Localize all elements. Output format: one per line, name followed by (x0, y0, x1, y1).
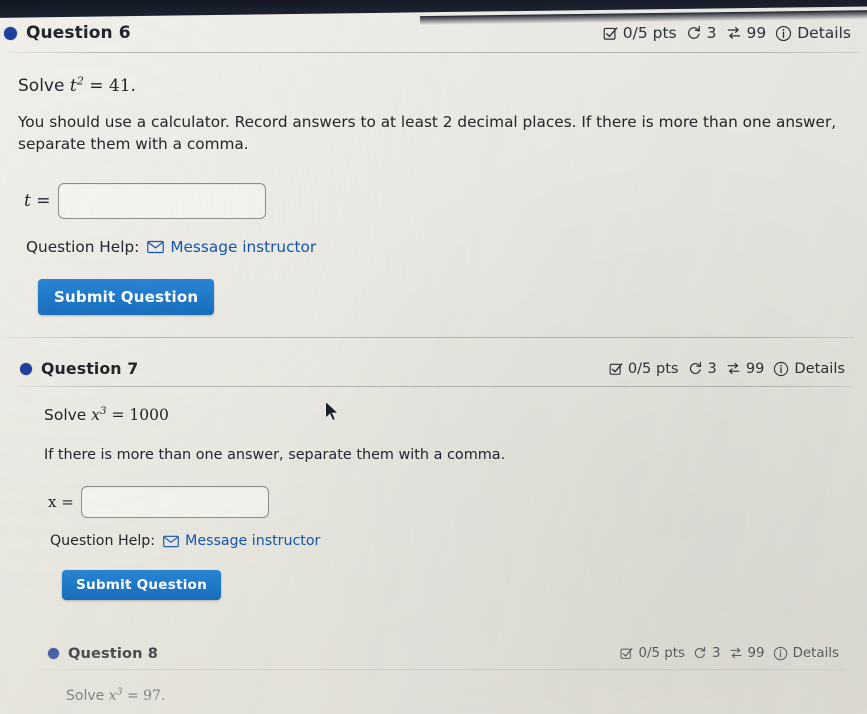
versions-group: 99 (726, 24, 767, 42)
message-instructor-link[interactable]: Message instructor (147, 238, 316, 256)
versions-group: 99 (726, 360, 765, 377)
question-8-meta: 0/5 pts 3 99 Details (620, 646, 839, 661)
details-group[interactable]: Details (773, 360, 845, 377)
question-6-meta: 0/5 pts 3 99 Details (603, 24, 851, 42)
question-status-dot (48, 647, 59, 659)
versions-group: 99 (729, 646, 765, 661)
question-6-prompt: Solve t2 = 41. (18, 74, 136, 96)
attempts-count: 3 (707, 360, 717, 377)
question-8-divider (40, 669, 846, 670)
checkbox-check-icon (603, 26, 618, 41)
question-7-answer-input[interactable] (80, 486, 269, 518)
swap-arrows-icon (726, 361, 741, 376)
prompt-expression: x3 = 97 (108, 687, 161, 704)
question-7-paragraph: If there is more than one answer, separa… (44, 447, 506, 463)
question-7-prompt: Solve x3 = 1000 (44, 406, 169, 424)
points-label: 0/5 pts (622, 24, 677, 42)
question-6-title-group: Question 6 (4, 23, 131, 43)
prompt-prefix: Solve (44, 406, 92, 424)
prompt-expression: x3 = 1000 (91, 406, 169, 424)
question-help-label: Question Help: (50, 533, 156, 549)
question-8-header: Question 8 0/5 pts 3 99 Details (0, 640, 867, 666)
prompt-value: 41 (108, 76, 131, 96)
question-6-answer-row: t = (24, 183, 266, 219)
question-8-title: Question 8 (68, 644, 159, 662)
question-6-submit-button[interactable]: Submit Question (38, 279, 215, 315)
message-instructor-link[interactable]: Message instructor (163, 533, 320, 549)
checkbox-check-icon (620, 647, 633, 660)
info-circle-icon[interactable] (773, 646, 788, 661)
attempts-count: 3 (711, 645, 721, 661)
prompt-suffix: . (160, 688, 166, 704)
details-link[interactable]: Details (797, 24, 851, 42)
answer-variable: t (24, 191, 31, 211)
versions-count: 99 (747, 645, 765, 661)
envelope-icon (163, 535, 179, 548)
prompt-value: 97 (143, 688, 161, 704)
prompt-equals: = (106, 406, 130, 424)
question-7-title-group: Question 7 (4, 359, 138, 378)
prompt-expression: t2 = 41 (69, 74, 131, 96)
details-link[interactable]: Details (793, 646, 839, 661)
question-7-answer-label: x = (48, 493, 74, 511)
answer-equals: = (61, 493, 74, 511)
question-6-help-row: Question Help: Message instructor (26, 238, 316, 256)
prompt-suffix: . (130, 76, 136, 96)
prompt-variable: x (91, 406, 101, 424)
counterclockwise-arrow-icon (686, 25, 702, 41)
points-group: 0/5 pts (620, 646, 685, 661)
checkbox-check-icon (609, 362, 623, 376)
counterclockwise-arrow-icon (688, 361, 703, 376)
versions-count: 99 (745, 360, 765, 377)
question-6-paragraph: You should use a calculator. Record answ… (18, 113, 837, 153)
info-circle-icon[interactable] (775, 25, 792, 42)
question-7-answer-row: x = (48, 486, 269, 518)
points-label: 0/5 pts (627, 360, 679, 377)
question-status-dot (20, 362, 32, 375)
question-7-header: Question 7 0/5 pts 3 99 Details (0, 354, 867, 383)
attempts-group: 3 (688, 360, 717, 377)
question-7-title: Question 7 (41, 359, 139, 378)
question-status-dot (4, 26, 17, 40)
question-7-divider (18, 386, 852, 387)
question-help-label: Question Help: (26, 238, 140, 256)
prompt-value: 1000 (129, 406, 169, 424)
points-label: 0/5 pts (638, 645, 685, 661)
question-6-divider (8, 52, 859, 53)
prompt-variable: x (108, 688, 117, 704)
attempts-count: 3 (706, 24, 717, 42)
answer-variable: x (48, 493, 57, 511)
message-instructor-label: Message instructor (185, 533, 321, 549)
question-8-title-group: Question 8 (4, 645, 158, 662)
prompt-prefix: Solve (66, 688, 109, 704)
attempts-group: 3 (686, 24, 717, 42)
question-6-answer-input[interactable] (57, 183, 266, 219)
points-group: 0/5 pts (609, 360, 679, 377)
message-instructor-label: Message instructor (170, 238, 317, 256)
prompt-equals: = (122, 688, 144, 704)
swap-arrows-icon (726, 25, 742, 41)
info-circle-icon[interactable] (773, 361, 789, 377)
prompt-equals: = (83, 76, 109, 96)
attempts-group: 3 (693, 646, 721, 661)
question-6-title: Question 6 (26, 23, 131, 43)
prompt-variable: t (69, 76, 77, 96)
swap-arrows-icon (729, 646, 743, 660)
details-link[interactable]: Details (794, 360, 845, 377)
prompt-prefix: Solve (18, 76, 70, 96)
counterclockwise-arrow-icon (693, 646, 707, 660)
envelope-icon (147, 240, 165, 254)
answer-equals: = (36, 191, 51, 211)
prompt-exponent: 2 (76, 74, 84, 88)
versions-count: 99 (746, 24, 767, 42)
details-group[interactable]: Details (775, 24, 851, 42)
question-7-top-divider (6, 337, 854, 338)
question-8-prompt: Solve x3 = 97. (66, 687, 166, 704)
question-6-answer-label: t = (24, 191, 51, 211)
question-7-meta: 0/5 pts 3 99 Details (609, 360, 845, 377)
points-group: 0/5 pts (603, 24, 677, 42)
details-group[interactable]: Details (773, 646, 839, 661)
question-7-submit-button[interactable]: Submit Question (62, 570, 221, 600)
question-7-help-row: Question Help: Message instructor (50, 533, 320, 549)
